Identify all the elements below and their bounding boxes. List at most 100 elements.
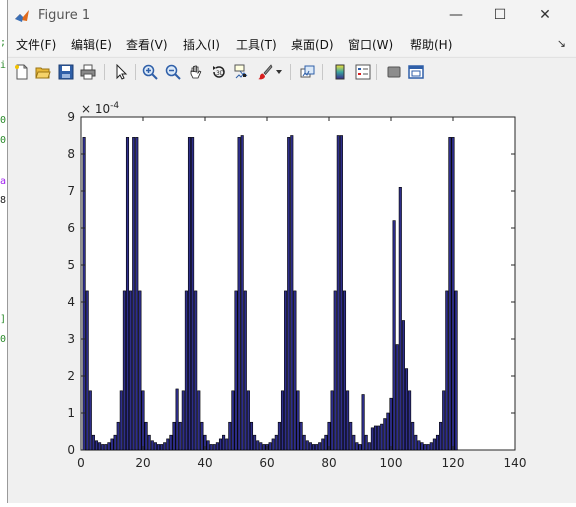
save-icon — [58, 64, 74, 80]
bar — [296, 390, 300, 451]
menu-help[interactable]: 帮助(H) — [410, 36, 452, 53]
bar — [284, 290, 288, 451]
x-tick-label: 0 — [77, 456, 85, 470]
select-arrow-button[interactable] — [111, 62, 131, 82]
y-tick-label: 8 — [67, 147, 75, 161]
menu-file[interactable]: 文件(F) — [16, 36, 56, 53]
bar — [274, 434, 278, 451]
bar — [98, 442, 102, 451]
y-tick-label: 1 — [67, 406, 75, 420]
bg-code-fragment: i — [0, 60, 7, 71]
brush-dropdown-button[interactable] — [274, 62, 284, 82]
title-bar[interactable]: Figure 1 — ☐ ✕ — [8, 0, 576, 32]
hide-tools-button[interactable] — [384, 62, 404, 82]
new-figure-button[interactable] — [12, 62, 32, 82]
menu-tools[interactable]: 工具(T) — [236, 36, 277, 53]
bar — [222, 434, 226, 451]
bar — [166, 438, 170, 451]
toolbar-separator — [290, 64, 291, 80]
chevron-down-icon — [276, 70, 282, 74]
bar — [398, 187, 402, 451]
bar — [346, 390, 350, 451]
bar — [364, 434, 368, 451]
bar — [187, 137, 192, 451]
bar — [197, 390, 201, 451]
bar — [175, 388, 179, 451]
y-tick-label: 3 — [67, 332, 75, 346]
maximize-button[interactable]: ☐ — [480, 4, 520, 26]
bar — [249, 421, 254, 451]
x-tick-label: 80 — [321, 456, 336, 470]
legend-button[interactable] — [353, 62, 373, 82]
y-tick-label: 5 — [67, 258, 75, 272]
bar — [253, 434, 257, 451]
bar — [268, 442, 272, 451]
bar — [200, 421, 204, 451]
bar — [206, 440, 210, 451]
bar — [107, 442, 111, 451]
maximize-icon: ☐ — [493, 7, 507, 23]
bar — [315, 444, 319, 451]
bar — [380, 423, 384, 451]
bar — [293, 290, 297, 451]
menu-insert[interactable]: 插入(I) — [183, 36, 220, 53]
bar — [243, 290, 247, 451]
bar — [91, 434, 95, 451]
toolbar-separator — [135, 64, 136, 80]
y-tick-label: 4 — [67, 295, 75, 309]
bar — [135, 137, 139, 451]
menu-overflow-icon[interactable]: ↘ — [557, 37, 566, 50]
bar — [194, 290, 198, 451]
bar — [237, 137, 241, 451]
figure-toolbar: 3D — [8, 57, 576, 87]
bar — [386, 412, 390, 451]
bar — [342, 290, 347, 451]
save-button[interactable] — [56, 62, 76, 82]
bar — [445, 290, 449, 451]
menu-window[interactable]: 窗口(W) — [348, 36, 393, 53]
rotate-3d-button[interactable]: 3D — [209, 62, 229, 82]
bar — [373, 425, 378, 451]
zoom-out-button[interactable] — [163, 62, 183, 82]
link-plot-button[interactable] — [298, 62, 318, 82]
menu-desktop[interactable]: 桌面(D) — [291, 36, 334, 53]
bar — [383, 418, 387, 451]
minimize-button[interactable]: — — [436, 4, 476, 26]
bar — [336, 135, 340, 451]
close-button[interactable]: ✕ — [525, 4, 565, 26]
colorbar-button[interactable] — [330, 62, 350, 82]
data-cursor-button[interactable] — [232, 62, 252, 82]
y-exponent-label: × 10-4 — [81, 101, 119, 116]
link-plot-icon — [300, 65, 315, 78]
bar — [395, 344, 399, 451]
zoom-in-button[interactable] — [140, 62, 160, 82]
y-tick-label: 0 — [67, 443, 75, 457]
bar — [160, 444, 164, 451]
bar — [442, 390, 446, 451]
brush-button[interactable] — [255, 62, 275, 82]
bar — [302, 434, 306, 451]
open-button[interactable] — [33, 62, 53, 82]
bar-chart[interactable]: 0 20 40 60 80 100 120 140 0 1 2 3 4 5 6 7 8 9 × 10-4 — [8, 86, 576, 503]
bar — [333, 290, 337, 451]
bar — [389, 397, 393, 451]
bar — [411, 421, 415, 451]
menu-edit[interactable]: 编辑(E) — [71, 36, 112, 53]
dock-button[interactable] — [406, 62, 426, 82]
bar — [256, 440, 260, 451]
pan-button[interactable] — [186, 62, 206, 82]
bar — [218, 438, 223, 451]
bar — [349, 421, 353, 451]
bar — [104, 444, 108, 451]
x-tick-label: 60 — [259, 456, 274, 470]
bar — [435, 434, 440, 451]
x-tick-label: 100 — [380, 456, 403, 470]
bar — [401, 320, 405, 451]
bar — [101, 444, 105, 451]
bar — [259, 442, 263, 451]
menu-view[interactable]: 查看(V) — [126, 36, 168, 53]
print-button[interactable] — [78, 62, 98, 82]
bar — [215, 442, 219, 451]
menu-bar: 文件(F) 编辑(E) 查看(V) 插入(I) 工具(T) 桌面(D) 窗口(W… — [8, 32, 576, 56]
matlab-logo-icon — [15, 10, 29, 22]
